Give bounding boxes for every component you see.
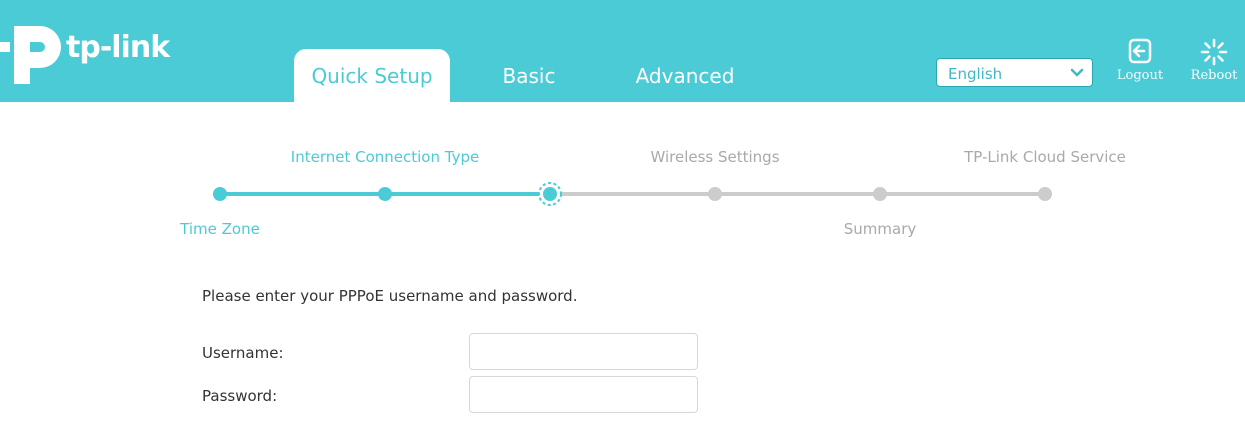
username-input[interactable] bbox=[469, 333, 698, 370]
form-intro-text: Please enter your PPPoE username and pas… bbox=[202, 287, 578, 305]
reboot-icon bbox=[1200, 38, 1228, 66]
logout-icon bbox=[1128, 38, 1152, 64]
step-label-time-zone: Time Zone bbox=[180, 220, 260, 238]
tp-link-logo: tp-link bbox=[0, 22, 170, 88]
step-dot-wireless-settings bbox=[708, 187, 722, 201]
chevron-down-icon bbox=[1070, 68, 1084, 77]
step-dot-internet-connection-type bbox=[378, 187, 392, 201]
password-label: Password: bbox=[202, 387, 278, 405]
step-dot-current bbox=[538, 182, 562, 206]
step-label-wireless-settings: Wireless Settings bbox=[650, 148, 780, 166]
logout-label: Logout bbox=[1116, 68, 1164, 83]
password-input[interactable] bbox=[469, 376, 698, 413]
step-dot-summary bbox=[873, 187, 887, 201]
wizard-progress-bar bbox=[213, 182, 1052, 206]
step-label-tp-link-cloud-service: TP-Link Cloud Service bbox=[964, 148, 1126, 166]
language-selected-value: English bbox=[948, 65, 1003, 83]
username-label: Username: bbox=[202, 344, 284, 362]
top-header: tp-link Quick Setup Basic Advanced Engli… bbox=[0, 0, 1245, 102]
step-label-internet-connection-type: Internet Connection Type bbox=[290, 148, 480, 166]
step-dot-tp-link-cloud-service bbox=[1038, 187, 1052, 201]
tp-link-logo-icon bbox=[0, 26, 61, 84]
reboot-button[interactable]: Reboot bbox=[1184, 38, 1244, 88]
tab-quick-setup[interactable]: Quick Setup bbox=[294, 49, 450, 102]
tab-advanced[interactable]: Advanced bbox=[620, 49, 750, 102]
step-dot-time-zone bbox=[213, 187, 227, 201]
tab-basic[interactable]: Basic bbox=[486, 49, 572, 102]
logout-button[interactable]: Logout bbox=[1110, 38, 1170, 88]
step-label-summary: Summary bbox=[843, 220, 917, 238]
language-select[interactable]: English bbox=[936, 58, 1093, 87]
reboot-label: Reboot bbox=[1190, 68, 1238, 83]
brand-name: tp-link bbox=[66, 30, 170, 65]
